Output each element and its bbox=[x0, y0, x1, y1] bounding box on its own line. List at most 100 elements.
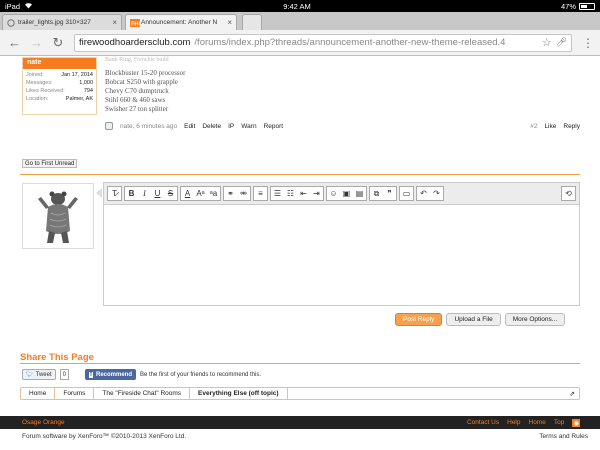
stat-label: Messages: bbox=[26, 80, 53, 86]
toolbar-group-media: ☺ ▣ ▤ bbox=[326, 186, 367, 201]
numbered-list-icon[interactable]: ☷ bbox=[284, 187, 297, 200]
bold-icon[interactable]: B bbox=[125, 187, 138, 200]
breadcrumb-everything-else[interactable]: Everything Else (off topic) bbox=[190, 388, 288, 399]
facebook-text: Be the first of your friends to recommen… bbox=[140, 371, 262, 378]
editor-text-area[interactable] bbox=[104, 205, 579, 305]
editor-toolbar: T̷ B I U S A Aᵃ ᵃa ⚭ ⚮ ≡ ☰ ☷ ⇤ ⇥ ☺ ▣ ▤ ⧉… bbox=[104, 183, 579, 205]
remove-format-icon[interactable]: T̷ bbox=[108, 187, 121, 200]
facebook-recommend-button[interactable]: f Recommend bbox=[84, 369, 136, 380]
go-to-first-unread-button[interactable]: Go to First Unread bbox=[22, 159, 78, 168]
select-post-checkbox[interactable] bbox=[105, 122, 113, 130]
text-color-icon[interactable]: A bbox=[181, 187, 194, 200]
warn-link[interactable]: Warn bbox=[241, 123, 256, 130]
forum-page: nate Joined: Jan 17, 2014 Messages: 1,000 … bbox=[0, 57, 600, 450]
more-options-button[interactable]: More Options... bbox=[504, 313, 566, 326]
toolbar-group-format: T̷ bbox=[107, 186, 122, 201]
close-tab-icon[interactable]: × bbox=[112, 18, 117, 27]
menu-icon[interactable]: ⋮ bbox=[582, 36, 594, 50]
image-icon[interactable]: ▣ bbox=[340, 187, 353, 200]
reply-link[interactable]: Reply bbox=[563, 123, 580, 130]
help-link[interactable]: Help bbox=[507, 419, 520, 427]
clock: 9:42 AM bbox=[283, 1, 311, 11]
report-link[interactable]: Report bbox=[264, 123, 284, 130]
contact-us-link[interactable]: Contact Us bbox=[467, 419, 499, 427]
close-tab-icon[interactable]: × bbox=[227, 18, 232, 27]
outdent-icon[interactable]: ⇤ bbox=[297, 187, 310, 200]
microphone-icon[interactable]: 🎤︎ bbox=[556, 37, 567, 48]
font-family-icon[interactable]: ᵃa bbox=[207, 187, 220, 200]
signature-line: Blockbuster 15-20 processor bbox=[105, 69, 186, 77]
stat-row: Location: Palmer, AK bbox=[26, 95, 93, 103]
tab-trailer-lights[interactable]: trailer_lights.jpg 310×327 × bbox=[2, 14, 122, 30]
signature-top-line: Bank Ring, Frenchie build bbox=[105, 57, 169, 63]
breadcrumb-forums[interactable]: Forums bbox=[55, 388, 95, 399]
jump-to-icon[interactable]: ⇗ bbox=[569, 390, 575, 398]
toolbar-group-text: B I U S bbox=[124, 186, 178, 201]
signature: Blockbuster 15-20 processor Bobcat S250 … bbox=[105, 69, 185, 114]
tab-announcement[interactable]: FHC Announcement: Another N × bbox=[125, 14, 237, 30]
toolbar-group-history: ↶ ↷ bbox=[416, 186, 444, 201]
ios-status-bar: iPad 9:42 AM 47% bbox=[0, 0, 600, 12]
battery-percent: 47% bbox=[560, 1, 576, 11]
toolbar-group-font: A Aᵃ ᵃa bbox=[180, 186, 221, 201]
reload-icon[interactable]: ↻ bbox=[52, 35, 64, 51]
bulleted-list-icon[interactable]: ☰ bbox=[271, 187, 284, 200]
post-number[interactable]: #2 bbox=[530, 123, 537, 130]
toolbar-group-draft: ▭ bbox=[399, 186, 414, 201]
footer-links: Contact Us Help Home Top ◉ bbox=[467, 418, 580, 427]
quote-icon[interactable]: ❞ bbox=[383, 187, 396, 200]
redo-icon[interactable]: ↷ bbox=[430, 187, 443, 200]
tweet-button[interactable]: 🐦︎ Tweet bbox=[22, 369, 56, 380]
delete-link[interactable]: Delete bbox=[202, 123, 221, 130]
avatar-pointer bbox=[96, 188, 102, 198]
breadcrumb-home[interactable]: Home bbox=[21, 388, 56, 399]
home-link[interactable]: Home bbox=[529, 419, 546, 427]
bookmark-star-icon[interactable]: ☆ bbox=[542, 36, 552, 49]
tab-title: Announcement: Another N bbox=[141, 19, 218, 26]
edit-link[interactable]: Edit bbox=[184, 123, 195, 130]
url-host: firewoodhoardersclub.com bbox=[79, 37, 191, 48]
back-arrow-icon[interactable]: ← bbox=[8, 35, 21, 50]
save-draft-icon[interactable]: ▭ bbox=[400, 187, 413, 200]
upload-file-button[interactable]: Upload a File bbox=[446, 313, 501, 326]
username[interactable]: nate bbox=[23, 58, 96, 69]
font-size-icon[interactable]: Aᵃ bbox=[194, 187, 207, 200]
post-meta[interactable]: nate, 6 minutes ago bbox=[120, 123, 177, 130]
toolbar-group-list: ☰ ☷ ⇤ ⇥ bbox=[270, 186, 324, 201]
stat-value: Jan 17, 2014 bbox=[61, 72, 93, 78]
signature-line: Stihl 660 & 460 saws bbox=[105, 96, 166, 104]
share-row: 🐦︎ Tweet 0 f Recommend Be the first of y… bbox=[22, 369, 261, 380]
stat-value: 794 bbox=[83, 88, 93, 94]
media-icon[interactable]: ▤ bbox=[353, 187, 366, 200]
italic-icon[interactable]: I bbox=[138, 187, 151, 200]
indent-icon[interactable]: ⇥ bbox=[310, 187, 323, 200]
like-link[interactable]: Like bbox=[544, 123, 556, 130]
tweet-count: 0 bbox=[59, 369, 69, 380]
forward-arrow-icon[interactable]: → bbox=[30, 35, 43, 50]
reply-editor: T̷ B I U S A Aᵃ ᵃa ⚭ ⚮ ≡ ☰ ☷ ⇤ ⇥ ☺ ▣ ▤ ⧉… bbox=[103, 182, 580, 306]
ip-link[interactable]: IP bbox=[228, 123, 234, 130]
undo-icon[interactable]: ↶ bbox=[417, 187, 430, 200]
tweet-label: Tweet bbox=[35, 371, 52, 378]
divider bbox=[20, 174, 580, 175]
strikethrough-icon[interactable]: S bbox=[164, 187, 177, 200]
align-icon[interactable]: ≡ bbox=[254, 187, 267, 200]
link-icon[interactable]: ⚭ bbox=[224, 187, 237, 200]
stat-label: Joined: bbox=[26, 72, 44, 78]
top-link[interactable]: Top bbox=[554, 419, 564, 427]
toolbar-group-code: ⧉ ❞ bbox=[369, 186, 397, 201]
code-icon[interactable]: ⧉ bbox=[370, 187, 383, 200]
footer-bar: Osage Orange Contact Us Help Home Top ◉ bbox=[0, 416, 600, 429]
breadcrumb-fireside-chat[interactable]: The "Fireside Chat" Rooms bbox=[94, 388, 191, 399]
style-chooser-link[interactable]: Osage Orange bbox=[22, 419, 65, 426]
underline-icon[interactable]: U bbox=[151, 187, 164, 200]
new-tab-button[interactable] bbox=[242, 14, 262, 30]
facebook-icon: f bbox=[88, 371, 93, 378]
smilie-icon[interactable]: ☺ bbox=[327, 187, 340, 200]
unlink-icon[interactable]: ⚮ bbox=[237, 187, 250, 200]
post-reply-button[interactable]: Post Reply bbox=[395, 313, 443, 326]
address-bar[interactable]: firewoodhoardersclub.com/forums/index.ph… bbox=[74, 33, 572, 52]
toggle-source-icon[interactable]: ⟲ bbox=[562, 187, 575, 200]
terms-link[interactable]: Terms and Rules bbox=[539, 433, 588, 440]
rss-icon[interactable]: ◉ bbox=[572, 418, 580, 427]
